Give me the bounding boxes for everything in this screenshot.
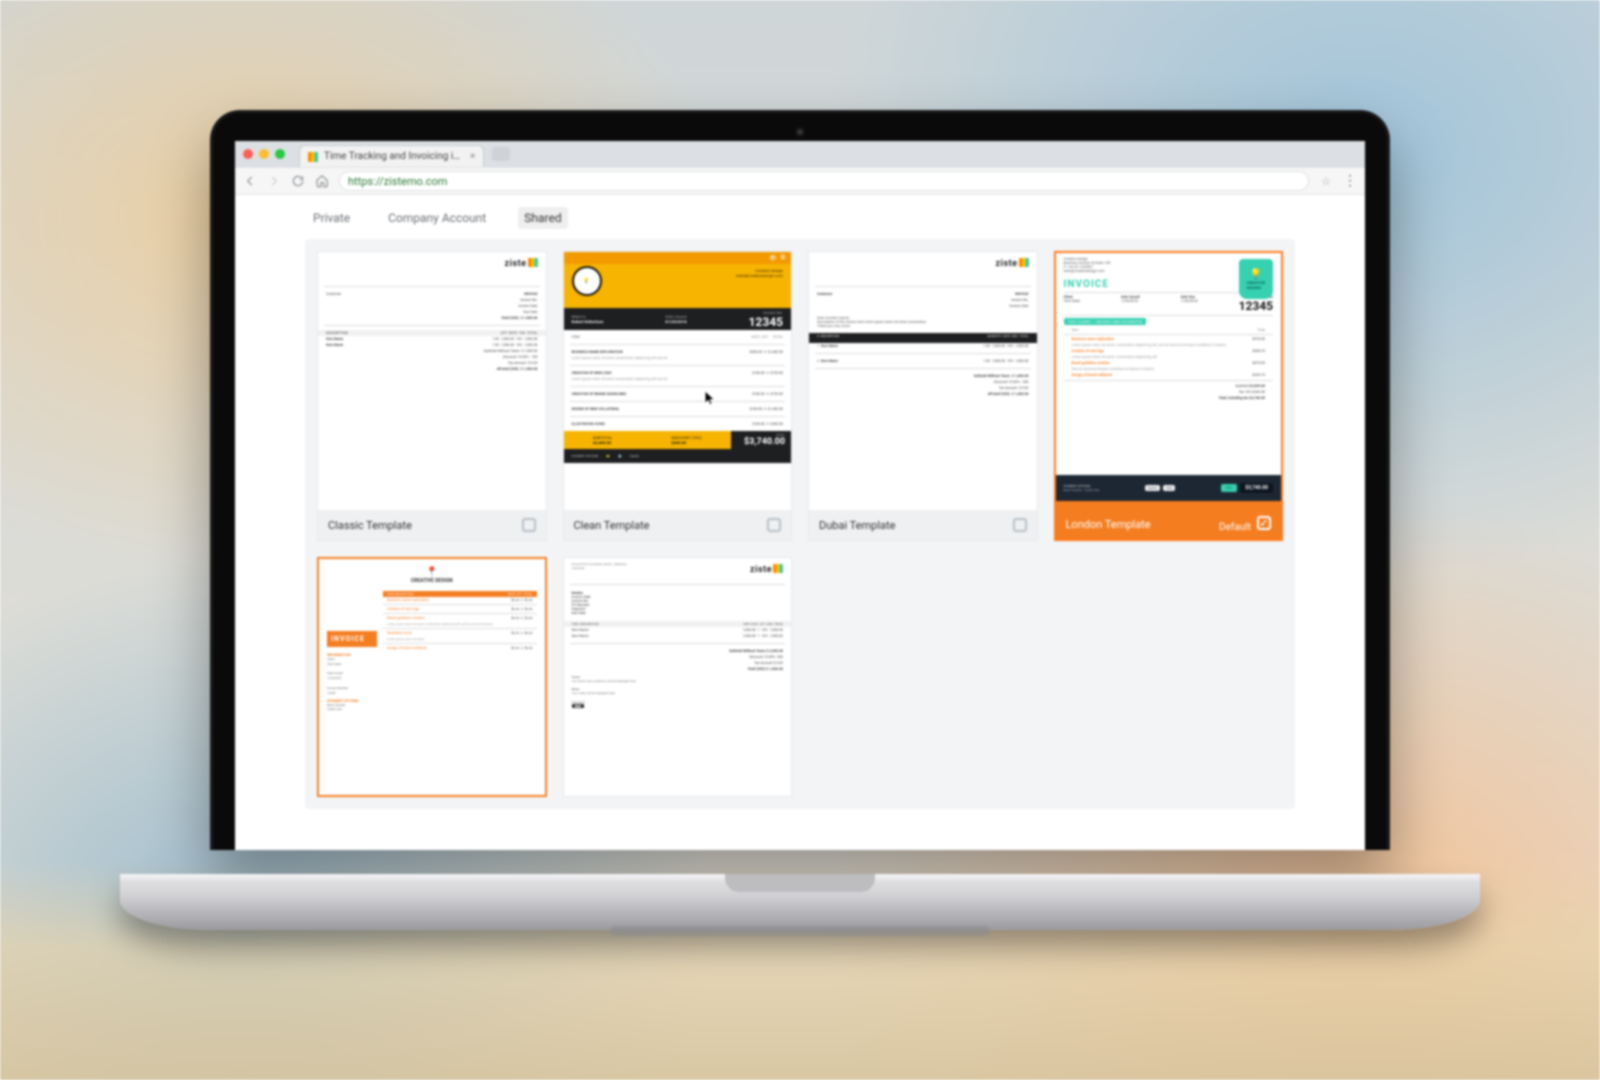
- url-text: https://zistemo.com: [348, 175, 447, 188]
- template-name: Clean Template: [574, 519, 650, 532]
- brand-logo: ziste: [996, 258, 1029, 269]
- template-card-classic[interactable]: ziste CustomerINVOICE Invoice No. Invoic…: [317, 251, 547, 541]
- browser-tab[interactable]: Time Tracking and Invoicing in... ×: [299, 145, 484, 167]
- logo-badge-icon: 💡: [572, 266, 602, 296]
- card-footer: Dubai Template: [809, 510, 1037, 540]
- template-card-dubai[interactable]: ziste CustomerINVOICE Invoice No. Invoic…: [808, 251, 1038, 541]
- template-name: Classic Template: [328, 519, 412, 532]
- minimize-window-icon[interactable]: [259, 149, 269, 159]
- laptop-frame: Time Tracking and Invoicing in... ×: [210, 110, 1390, 930]
- background-blur: Time Tracking and Invoicing in... ×: [0, 0, 1600, 1080]
- select-checkbox[interactable]: [767, 518, 781, 532]
- new-tab-button[interactable]: [492, 147, 510, 161]
- select-checkbox[interactable]: [1013, 518, 1027, 532]
- app-content: Private Company Account Shared: [305, 201, 1295, 850]
- tab-shared[interactable]: Shared: [518, 207, 567, 229]
- template-thumb: ziste Invoice from (company name) · (add…: [564, 558, 792, 796]
- copy-icon: ⧉: [781, 254, 785, 262]
- templates-row-2: 📍CREATIVE DESIGN INVOICE INFORMATION Cli…: [317, 557, 1283, 797]
- bookmark-icon[interactable]: ☆: [1319, 174, 1333, 188]
- home-icon[interactable]: [315, 174, 329, 188]
- favicon-icon: [308, 152, 318, 162]
- laptop-screen: Time Tracking and Invoicing in... ×: [235, 141, 1365, 850]
- browser-tab-title: Time Tracking and Invoicing in...: [324, 151, 464, 162]
- window-controls[interactable]: [243, 149, 285, 159]
- eye-icon: 👁: [769, 255, 777, 262]
- template-name: Dubai Template: [819, 519, 895, 532]
- laptop-foot: [610, 926, 990, 936]
- laptop-base: [120, 874, 1480, 930]
- browser-tabbar: Time Tracking and Invoicing in... ×: [235, 141, 1365, 167]
- maximize-window-icon[interactable]: [275, 149, 285, 159]
- close-tab-icon[interactable]: ×: [470, 152, 475, 162]
- default-label: Default: [1219, 522, 1251, 533]
- template-card-paris[interactable]: ziste Invoice from (company name) · (add…: [563, 557, 793, 797]
- reload-icon[interactable]: [291, 174, 305, 188]
- select-checkbox[interactable]: [522, 518, 536, 532]
- template-card-london[interactable]: Creative DesignBusiness Avenue 28 Suite …: [1054, 251, 1284, 541]
- browser-menu-icon[interactable]: ⋮: [1343, 174, 1357, 188]
- close-window-icon[interactable]: [243, 149, 253, 159]
- template-thumb: 👁 ⧉ 💡 Creative Designhello@creativedesig…: [564, 252, 792, 510]
- template-thumb: ziste CustomerINVOICE Invoice No. Invoic…: [318, 252, 546, 510]
- templates-grid: ziste CustomerINVOICE Invoice No. Invoic…: [317, 251, 1283, 541]
- card-footer: London Template Default: [1056, 509, 1282, 539]
- tab-private[interactable]: Private: [307, 207, 356, 229]
- template-thumb: 📍CREATIVE DESIGN INVOICE INFORMATION Cli…: [319, 559, 545, 795]
- back-icon[interactable]: [243, 174, 257, 188]
- brand-logo: ziste: [750, 564, 783, 575]
- laptop-notch: [725, 874, 875, 892]
- tab-company-account[interactable]: Company Account: [382, 207, 492, 229]
- select-checkbox[interactable]: [1257, 516, 1271, 530]
- filter-tabs: Private Company Account Shared: [305, 201, 1295, 239]
- templates-panel: ziste CustomerINVOICE Invoice No. Invoic…: [305, 239, 1295, 809]
- card-footer: Classic Template: [318, 510, 546, 540]
- address-bar: https://zistemo.com ☆ ⋮: [235, 167, 1365, 195]
- template-card-clean[interactable]: 👁 ⧉ 💡 Creative Designhello@creativedesig…: [563, 251, 793, 541]
- viewport: Private Company Account Shared: [235, 195, 1365, 850]
- url-field[interactable]: https://zistemo.com: [339, 171, 1309, 191]
- template-thumb: ziste CustomerINVOICE Invoice No. Invoic…: [809, 252, 1037, 510]
- brand-badge-icon: 💡CREATIVEDESIGN: [1239, 259, 1273, 299]
- camera-icon: [795, 127, 805, 137]
- card-footer: Clean Template: [564, 510, 792, 540]
- template-card-rome[interactable]: 📍CREATIVE DESIGN INVOICE INFORMATION Cli…: [317, 557, 547, 797]
- brand-logo: ziste: [505, 258, 538, 269]
- template-name: London Template: [1066, 518, 1151, 531]
- forward-icon[interactable]: [267, 174, 281, 188]
- template-thumb: Creative DesignBusiness Avenue 28 Suite …: [1056, 253, 1282, 509]
- laptop-lid: Time Tracking and Invoicing in... ×: [210, 110, 1390, 850]
- browser-window: Time Tracking and Invoicing in... ×: [235, 141, 1365, 850]
